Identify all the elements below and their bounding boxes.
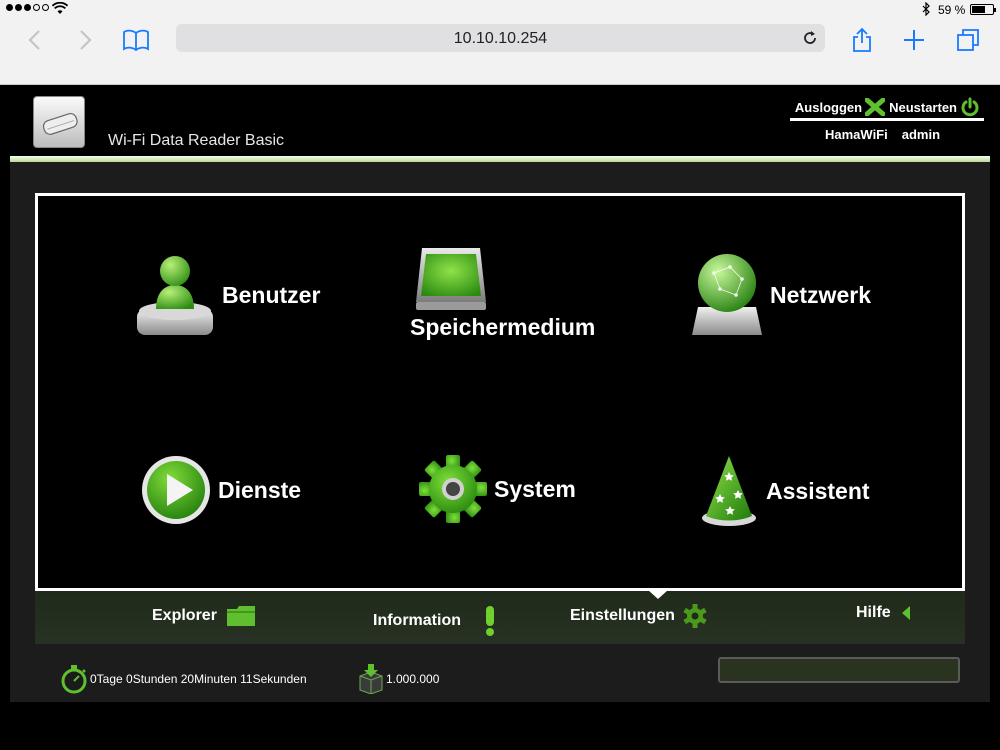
- ios-status-bar: 59 %: [0, 0, 1000, 20]
- signal-strength-icon: [6, 4, 49, 11]
- product-name: Wi-Fi Data Reader Basic: [108, 132, 285, 149]
- tile-benutzer[interactable]: Benutzer: [134, 251, 320, 339]
- device-logo: [33, 96, 85, 148]
- tile-speichermedium[interactable]: Speichermedium: [410, 244, 595, 341]
- restart-label: Neustarten: [889, 99, 957, 115]
- web-app: Wi-Fi Data Reader Basic Ausloggen Neusta…: [0, 85, 1000, 750]
- gear-small-icon: [683, 604, 707, 628]
- tab-label: Explorer: [152, 607, 217, 624]
- play-icon: [142, 456, 210, 524]
- active-tab-indicator: [648, 590, 668, 599]
- logout-label: Ausloggen: [794, 99, 863, 115]
- exclamation-icon: [486, 606, 494, 636]
- uptime-display: 0Tage 0Stunden 20Minuten 11Sekunden: [60, 664, 307, 694]
- arrow-left-icon: [901, 606, 910, 620]
- tile-label: Speichermedium: [410, 314, 596, 340]
- browser-chrome: 59 % 10.10.10.254: [0, 0, 1000, 85]
- power-icon: [961, 97, 979, 117]
- battery-percent: 59 %: [938, 3, 966, 17]
- forward-icon[interactable]: [72, 26, 100, 54]
- bluetooth-icon: [922, 2, 930, 16]
- tab-information[interactable]: Information: [373, 604, 503, 638]
- back-icon[interactable]: [20, 26, 48, 54]
- globe-icon: [692, 254, 762, 335]
- reload-icon[interactable]: [801, 29, 819, 47]
- status-footer: 0Tage 0Stunden 20Minuten 11Sekunden 1.00…: [10, 644, 990, 702]
- restart-button[interactable]: Neustarten: [889, 97, 980, 117]
- uptime-text: 0Tage 0Stunden 20Minuten 11Sekunden: [90, 672, 307, 686]
- logout-button[interactable]: Ausloggen: [794, 98, 886, 116]
- counter-text: 1.000.000: [386, 672, 440, 686]
- stopwatch-icon: [61, 665, 87, 694]
- address-bar[interactable]: 10.10.10.254: [176, 24, 825, 52]
- tabs-icon[interactable]: [954, 26, 982, 54]
- divider: [790, 118, 984, 121]
- user-info: HamaWiFi admin: [825, 127, 940, 142]
- status-progress-box: [718, 657, 960, 683]
- close-icon: [865, 98, 886, 116]
- tile-label: System: [494, 475, 576, 502]
- folder-icon: [226, 606, 255, 626]
- tile-assistent[interactable]: Assistent: [698, 454, 870, 528]
- tab-label: Information: [373, 612, 461, 629]
- tab-label: Hilfe: [856, 604, 891, 621]
- box-download-icon: [359, 664, 383, 694]
- tab-hilfe[interactable]: Hilfe: [856, 604, 913, 622]
- counter-display: 1.000.000: [358, 664, 439, 694]
- gear-icon: [419, 455, 487, 523]
- url-text: 10.10.10.254: [453, 30, 548, 47]
- tile-label: Netzwerk: [770, 281, 871, 308]
- wizard-hat-icon: [702, 456, 756, 526]
- settings-icon-grid: Benutzer Speichermedium Netzwerk Dienste…: [35, 193, 965, 591]
- bookmarks-icon[interactable]: [122, 26, 150, 54]
- user-icon: [137, 256, 213, 335]
- tab-explorer[interactable]: Explorer: [152, 604, 257, 628]
- tile-dienste[interactable]: Dienste: [140, 454, 301, 526]
- storage-icon: [416, 248, 486, 310]
- battery-icon: [970, 4, 996, 15]
- username-label: admin: [901, 127, 941, 142]
- header-actions: Ausloggen Neustarten: [795, 97, 980, 117]
- tile-label: Dienste: [218, 476, 302, 503]
- tile-netzwerk[interactable]: Netzwerk: [690, 251, 871, 339]
- tab-label: Einstellungen: [570, 607, 675, 624]
- main-tab-bar: Explorer Information Einstellungen Hilfe: [35, 590, 965, 644]
- tab-einstellungen[interactable]: Einstellungen: [570, 604, 707, 628]
- tile-label: Assistent: [766, 477, 870, 504]
- new-tab-icon[interactable]: [900, 26, 928, 54]
- share-icon[interactable]: [848, 26, 876, 54]
- tile-label: Benutzer: [222, 281, 321, 308]
- ssid-label: HamaWiFi: [825, 127, 888, 142]
- wifi-icon: [52, 2, 68, 14]
- tile-system[interactable]: System: [418, 454, 576, 524]
